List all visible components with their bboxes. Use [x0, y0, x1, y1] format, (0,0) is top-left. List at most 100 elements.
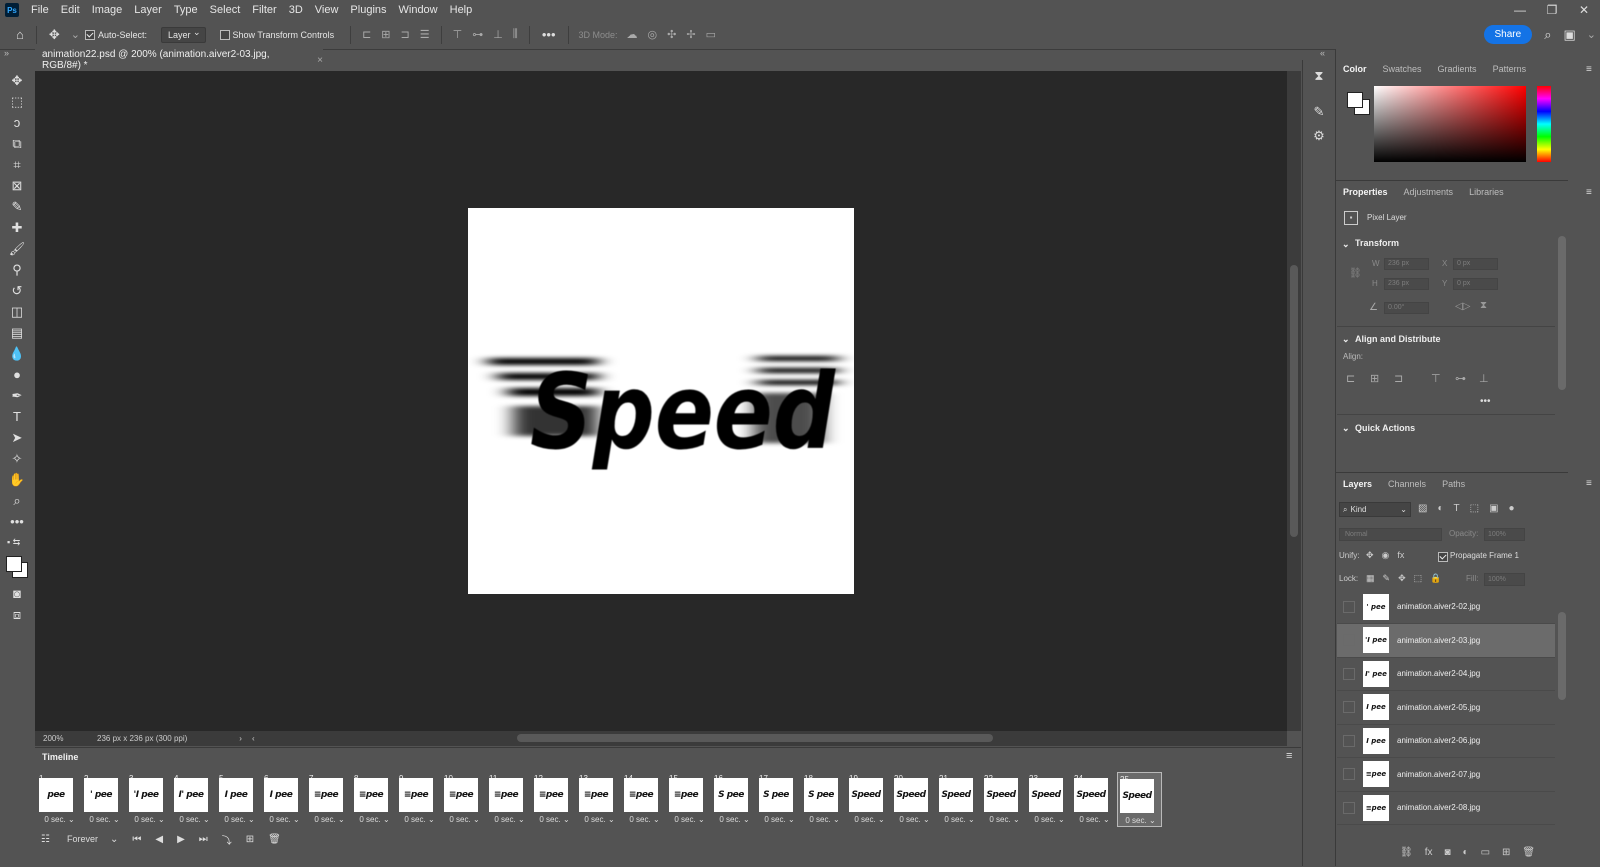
3d-slide-icon[interactable]: ✢ [686, 28, 695, 41]
3d-camera-icon[interactable]: ▭ [706, 28, 716, 41]
lock-artboard-icon[interactable]: ⬚ [1414, 573, 1423, 584]
menu-layer[interactable]: Layer [128, 0, 168, 20]
unify-style-icon[interactable]: fx [1397, 550, 1404, 561]
search-icon[interactable]: ⌕ [1544, 27, 1551, 43]
zoom-level[interactable]: 200% [43, 734, 91, 743]
foreground-swatch[interactable] [1347, 92, 1363, 108]
visibility-toggle[interactable] [1343, 734, 1355, 747]
tab-adjustments[interactable]: Adjustments [1396, 181, 1462, 203]
layer-row[interactable]: ' pee animation.aiver2-02.jpg [1337, 590, 1555, 624]
smart-object-filter-icon[interactable]: ▣ [1489, 503, 1498, 514]
unify-visibility-icon[interactable]: ◉ [1382, 550, 1390, 561]
align-bottom-edges-icon[interactable]: ⊥ [1479, 372, 1489, 385]
more-align-options-icon[interactable]: ••• [1480, 396, 1491, 407]
align-left-icon[interactable]: ⊏ [362, 28, 371, 41]
more-options-icon[interactable]: ••• [542, 27, 556, 42]
type-tool-icon[interactable]: T [0, 406, 34, 427]
lock-position-icon[interactable]: ✥ [1398, 573, 1406, 584]
frame-delay-dropdown[interactable]: 0 sec. ⌄ [892, 815, 937, 824]
first-frame-icon[interactable]: ⏮ [132, 834, 141, 845]
frame-thumbnail[interactable]: 'I pee [129, 778, 163, 812]
tab-layers[interactable]: Layers [1335, 473, 1380, 495]
hand-tool-icon[interactable]: ✋ [0, 469, 34, 490]
menu-plugins[interactable]: Plugins [344, 0, 392, 20]
align-top-edges-icon[interactable]: ⊤ [1431, 372, 1441, 385]
marquee-tool-icon[interactable]: ⬚ [0, 91, 34, 112]
add-mask-icon[interactable]: ◙ [1444, 847, 1450, 858]
tab-gradients[interactable]: Gradients [1430, 58, 1485, 80]
properties-panel-menu-icon[interactable]: ≡ [1586, 187, 1592, 198]
healing-brush-tool-icon[interactable]: ✚ [0, 217, 34, 238]
frame-thumbnail[interactable]: pee [39, 778, 73, 812]
frame-thumbnail[interactable]: Speed [1074, 778, 1108, 812]
timeline-frame[interactable]: 7≡pee0 sec. ⌄ [307, 772, 352, 827]
frame-thumbnail[interactable]: ≡pee [444, 778, 478, 812]
frame-delay-dropdown[interactable]: 0 sec. ⌄ [82, 815, 127, 824]
align-distribute-icon[interactable]: ☰ [420, 28, 430, 41]
frame-delay-dropdown[interactable]: 0 sec. ⌄ [487, 815, 532, 824]
pen-tool-icon[interactable]: ✒ [0, 385, 34, 406]
timeline-frame[interactable]: 23Speed0 sec. ⌄ [1027, 772, 1072, 827]
chevron-right-icon[interactable]: › [239, 734, 242, 743]
timeline-frame[interactable]: 3'I pee0 sec. ⌄ [127, 772, 172, 827]
next-frame-icon[interactable]: ⏭ [199, 834, 208, 845]
menu-file[interactable]: File [25, 0, 55, 20]
frame-delay-dropdown[interactable]: 0 sec. ⌄ [37, 815, 82, 824]
filter-toggle-icon[interactable]: ● [1509, 503, 1515, 514]
frame-delay-dropdown[interactable]: 0 sec. ⌄ [397, 815, 442, 824]
timeline-frame[interactable]: 10≡pee0 sec. ⌄ [442, 772, 487, 827]
properties-scrollbar[interactable] [1558, 236, 1566, 390]
chevron-down-icon[interactable]: ⌄ [71, 28, 80, 41]
frame-delay-dropdown[interactable]: 0 sec. ⌄ [622, 815, 667, 824]
menu-image[interactable]: Image [86, 0, 129, 20]
quick-actions-chevron-icon[interactable]: ⌄ [1342, 423, 1350, 434]
visibility-toggle[interactable] [1343, 801, 1355, 814]
tween-icon[interactable]: ⤵ [222, 832, 232, 847]
timeline-frame[interactable]: 11≡pee0 sec. ⌄ [487, 772, 532, 827]
width-field[interactable]: 236 px [1384, 258, 1429, 270]
frame-delay-dropdown[interactable]: 0 sec. ⌄ [127, 815, 172, 824]
close-tab-icon[interactable]: × [317, 55, 323, 66]
hue-slider[interactable] [1537, 86, 1551, 162]
restore-button[interactable]: ❐ [1536, 0, 1568, 20]
menu-type[interactable]: Type [168, 0, 204, 20]
timeline-frame[interactable]: 15≡pee0 sec. ⌄ [667, 772, 712, 827]
frame-delay-dropdown[interactable]: 0 sec. ⌄ [307, 815, 352, 824]
timeline-frame[interactable]: 18S pee0 sec. ⌄ [802, 772, 847, 827]
frame-delay-dropdown[interactable]: 0 sec. ⌄ [217, 815, 262, 824]
frame-thumbnail[interactable]: I pee [264, 778, 298, 812]
frame-thumbnail[interactable]: ≡pee [669, 778, 703, 812]
menu-edit[interactable]: Edit [55, 0, 86, 20]
tab-paths[interactable]: Paths [1434, 473, 1473, 495]
timeline-frame[interactable]: 4I' pee0 sec. ⌄ [172, 772, 217, 827]
timeline-frame[interactable]: 21Speed0 sec. ⌄ [937, 772, 982, 827]
frame-thumbnail[interactable]: Speed [984, 778, 1018, 812]
frame-thumbnail[interactable]: S pee [759, 778, 793, 812]
adjustments-panel-icon[interactable]: ⚙ [1303, 124, 1335, 148]
close-window-button[interactable]: ✕ [1568, 0, 1600, 20]
timeline-frame[interactable]: 8≡pee0 sec. ⌄ [352, 772, 397, 827]
brush-tool-icon[interactable]: 🖌 [0, 238, 34, 259]
layer-row[interactable]: I' pee animation.aiver2-04.jpg [1337, 657, 1555, 691]
frame-thumbnail[interactable]: I' pee [174, 778, 208, 812]
eyedropper-tool-icon[interactable]: ✎ [0, 196, 34, 217]
document-canvas[interactable]: Speed [468, 208, 854, 594]
align-right-edges-icon[interactable]: ⊐ [1394, 372, 1403, 385]
frame-delay-dropdown[interactable]: 0 sec. ⌄ [667, 815, 712, 824]
object-select-tool-icon[interactable]: ⧉ [0, 133, 34, 154]
document-tab[interactable]: animation22.psd @ 200% (animation.aiver2… [35, 49, 323, 71]
zoom-tool-icon[interactable]: ⌕ [0, 490, 34, 511]
timeline-frame[interactable]: 17S pee0 sec. ⌄ [757, 772, 802, 827]
move-tool-icon[interactable]: ✥ [49, 27, 60, 43]
chevron-down-icon[interactable]: ⌄ [1587, 28, 1596, 41]
home-icon[interactable]: ⌂ [16, 27, 24, 42]
angle-field[interactable]: 0.00° [1384, 302, 1429, 314]
layers-scrollbar[interactable] [1558, 612, 1566, 700]
lock-pixels-icon[interactable]: ▦ [1366, 573, 1375, 584]
unify-position-icon[interactable]: ✥ [1366, 550, 1374, 561]
timeline-frame[interactable]: 19Speed0 sec. ⌄ [847, 772, 892, 827]
image-filter-icon[interactable]: ▨ [1418, 503, 1427, 514]
layer-style-icon[interactable]: fx [1425, 847, 1433, 858]
lock-all-icon[interactable]: 🔒 [1430, 573, 1441, 584]
layer-filter-dropdown[interactable]: ⌕ Kind ⌄ [1339, 502, 1411, 517]
